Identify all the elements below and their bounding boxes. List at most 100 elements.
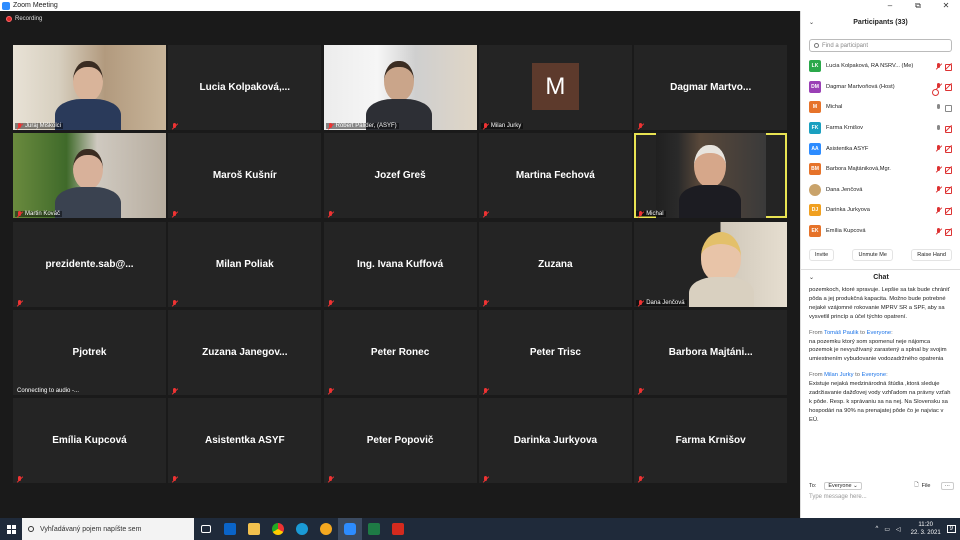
chevron-down-icon[interactable]: ⌄ [809, 19, 814, 26]
participant-row[interactable]: Dana Jenčová [801, 180, 960, 201]
video-off-icon[interactable] [945, 83, 952, 92]
chat-message: From Tomáš Paulik to Everyone: na pozemku… [809, 329, 954, 365]
taskbar-search-input[interactable]: Vyhľadávaný pojem napíšte sem [22, 518, 194, 540]
video-off-icon[interactable] [945, 228, 952, 236]
mic-muted-icon[interactable] [935, 165, 942, 173]
participant-label: Martin Kováč [15, 211, 63, 218]
minimize-button[interactable]: – [876, 0, 904, 11]
windows-taskbar: Vyhľadávaný pojem napíšte sem ^ ▭ ◁ 11:2… [0, 518, 960, 540]
participant-tile[interactable]: prezidente.sab@... [13, 221, 166, 307]
mic-muted-icon[interactable] [935, 206, 942, 214]
video-off-icon[interactable] [945, 166, 952, 174]
mic-muted-icon[interactable] [935, 83, 942, 90]
participant-tile[interactable]: Emília Kupcová [13, 398, 166, 484]
paint-app[interactable] [314, 518, 338, 540]
chat-sender[interactable]: Milan Jurky [824, 372, 853, 378]
close-button[interactable]: ✕ [932, 0, 960, 11]
mic-muted-icon[interactable] [935, 62, 942, 70]
mic-muted-icon[interactable] [935, 186, 942, 193]
file-button[interactable]: 🗋 File [914, 481, 930, 490]
video-off-icon[interactable] [945, 186, 952, 195]
video-off-icon[interactable] [945, 145, 952, 154]
avatar: M [531, 63, 579, 110]
clock-date: 22. 3. 2021 [910, 530, 941, 536]
taskbar-clock[interactable]: 11:20 22. 3. 2021 [911, 521, 941, 537]
participant-tile[interactable]: Zuzana Janegov... [168, 309, 322, 395]
participant-tile[interactable]: Milan Poliak [168, 221, 322, 307]
chevron-down-icon[interactable]: ⌄ [809, 274, 814, 281]
mic-muted-icon [172, 476, 178, 482]
windows-start-button[interactable] [0, 518, 22, 540]
outlook-app[interactable] [218, 518, 242, 540]
participant-label: Milan Jurky [480, 123, 524, 129]
invite-button[interactable]: Invite [809, 249, 835, 262]
participant-tile[interactable]: Juraj Miškolci [13, 45, 166, 130]
participant-tile[interactable]: M Milan Jurky [478, 45, 632, 130]
tray-up-chevron-icon[interactable]: ^ [876, 526, 879, 532]
recording-label: Recording [15, 16, 43, 22]
volume-icon[interactable]: ◁ [896, 526, 901, 533]
avatar: M [809, 101, 821, 114]
video-off-icon[interactable] [945, 207, 952, 215]
video-off-icon[interactable] [945, 125, 952, 133]
participant-tile[interactable]: Dana Jenčová [634, 221, 788, 307]
file-explorer-app[interactable] [242, 518, 266, 540]
mic-muted-icon[interactable] [935, 145, 942, 152]
participant-tile[interactable]: Jozef Greš [323, 133, 477, 219]
participant-tile[interactable]: Martina Fechová [478, 133, 632, 219]
participant-row[interactable]: EK Emília Kupcová [801, 221, 960, 242]
participant-search-input[interactable]: Find a participant [809, 39, 952, 52]
chat-input[interactable]: Type message here... [809, 494, 867, 500]
participant-tile[interactable]: Róbert Palider, (ASYF) [323, 45, 477, 130]
participant-row[interactable]: AA Asistentka ASYF [801, 138, 960, 159]
mic-on-icon[interactable] [935, 103, 942, 111]
participant-row[interactable]: BM Barbora Majtániková,Mgr. [801, 159, 960, 180]
mic-muted-icon[interactable] [935, 227, 942, 235]
participant-row[interactable]: LK Lucia Kolpaková, RA NSRV... (Me) [801, 56, 960, 77]
more-options-button[interactable]: ··· [940, 481, 954, 490]
participant-row[interactable]: M Michal [801, 97, 960, 118]
recipient-select[interactable]: Everyone ⌄ [824, 481, 862, 490]
video-on-icon[interactable] [945, 104, 952, 112]
participant-tile[interactable]: Peter Popovič [323, 398, 477, 484]
participant-tile[interactable]: Lucia Kolpaková,... [168, 45, 322, 130]
participant-tile[interactable]: Zuzana [478, 221, 632, 307]
mic-on-icon[interactable] [935, 124, 942, 132]
recording-indicator[interactable]: Recording [6, 16, 42, 22]
raise-hand-button[interactable]: Raise Hand [911, 249, 952, 262]
participant-tile[interactable]: Dagmar Martvo... [634, 45, 788, 130]
excel-app[interactable] [362, 518, 386, 540]
participant-tile[interactable]: Ing. Ivana Kuffová [323, 221, 477, 307]
participant-tile[interactable]: Maroš Kušnír [168, 133, 322, 219]
participant-label [170, 211, 182, 217]
participant-row[interactable]: FK Farma Krnišov [801, 118, 960, 139]
to-word: to [860, 329, 865, 336]
participant-tile[interactable]: Martin Kováč [13, 133, 166, 219]
task-view-button[interactable] [194, 518, 218, 540]
participant-tile[interactable]: Barbora Majtáni... [634, 309, 788, 395]
participant-tile[interactable]: Peter Trisc [478, 309, 632, 395]
participant-name: Martina Fechová [515, 170, 595, 182]
unmute-me-button[interactable]: Unmute Me [852, 249, 893, 262]
chat-sender[interactable]: Tomáš Paulik [824, 330, 858, 336]
network-icon[interactable]: ▭ [884, 526, 890, 533]
acrobat-app[interactable] [386, 518, 410, 540]
zoom-app[interactable] [338, 518, 362, 540]
participant-tile[interactable]: Michal [634, 133, 788, 219]
participant-shoulders [689, 276, 755, 307]
participant-tile[interactable]: Pjotrek Connecting to audio -... [13, 309, 166, 395]
participant-tile[interactable]: Asistentka ASYF [168, 398, 322, 484]
zoom-logo-icon [2, 1, 10, 10]
chrome-app[interactable] [266, 518, 290, 540]
video-off-icon[interactable] [945, 63, 952, 71]
maximize-button[interactable]: ⧉ [904, 0, 932, 11]
participant-tile[interactable]: Peter Ronec [323, 309, 477, 395]
mic-muted-icon [483, 211, 489, 217]
notifications-button[interactable]: 9 [946, 525, 956, 533]
participant-row[interactable]: DM Dagmar Martvoňová (Host) [801, 77, 960, 98]
edge-app[interactable] [290, 518, 314, 540]
participant-row[interactable]: DJ Darinka Jurkyova [801, 200, 960, 221]
mic-muted-icon [483, 123, 489, 129]
participant-tile[interactable]: Farma Krnišov [634, 398, 788, 484]
participant-tile[interactable]: Darinka Jurkyova [478, 398, 632, 484]
